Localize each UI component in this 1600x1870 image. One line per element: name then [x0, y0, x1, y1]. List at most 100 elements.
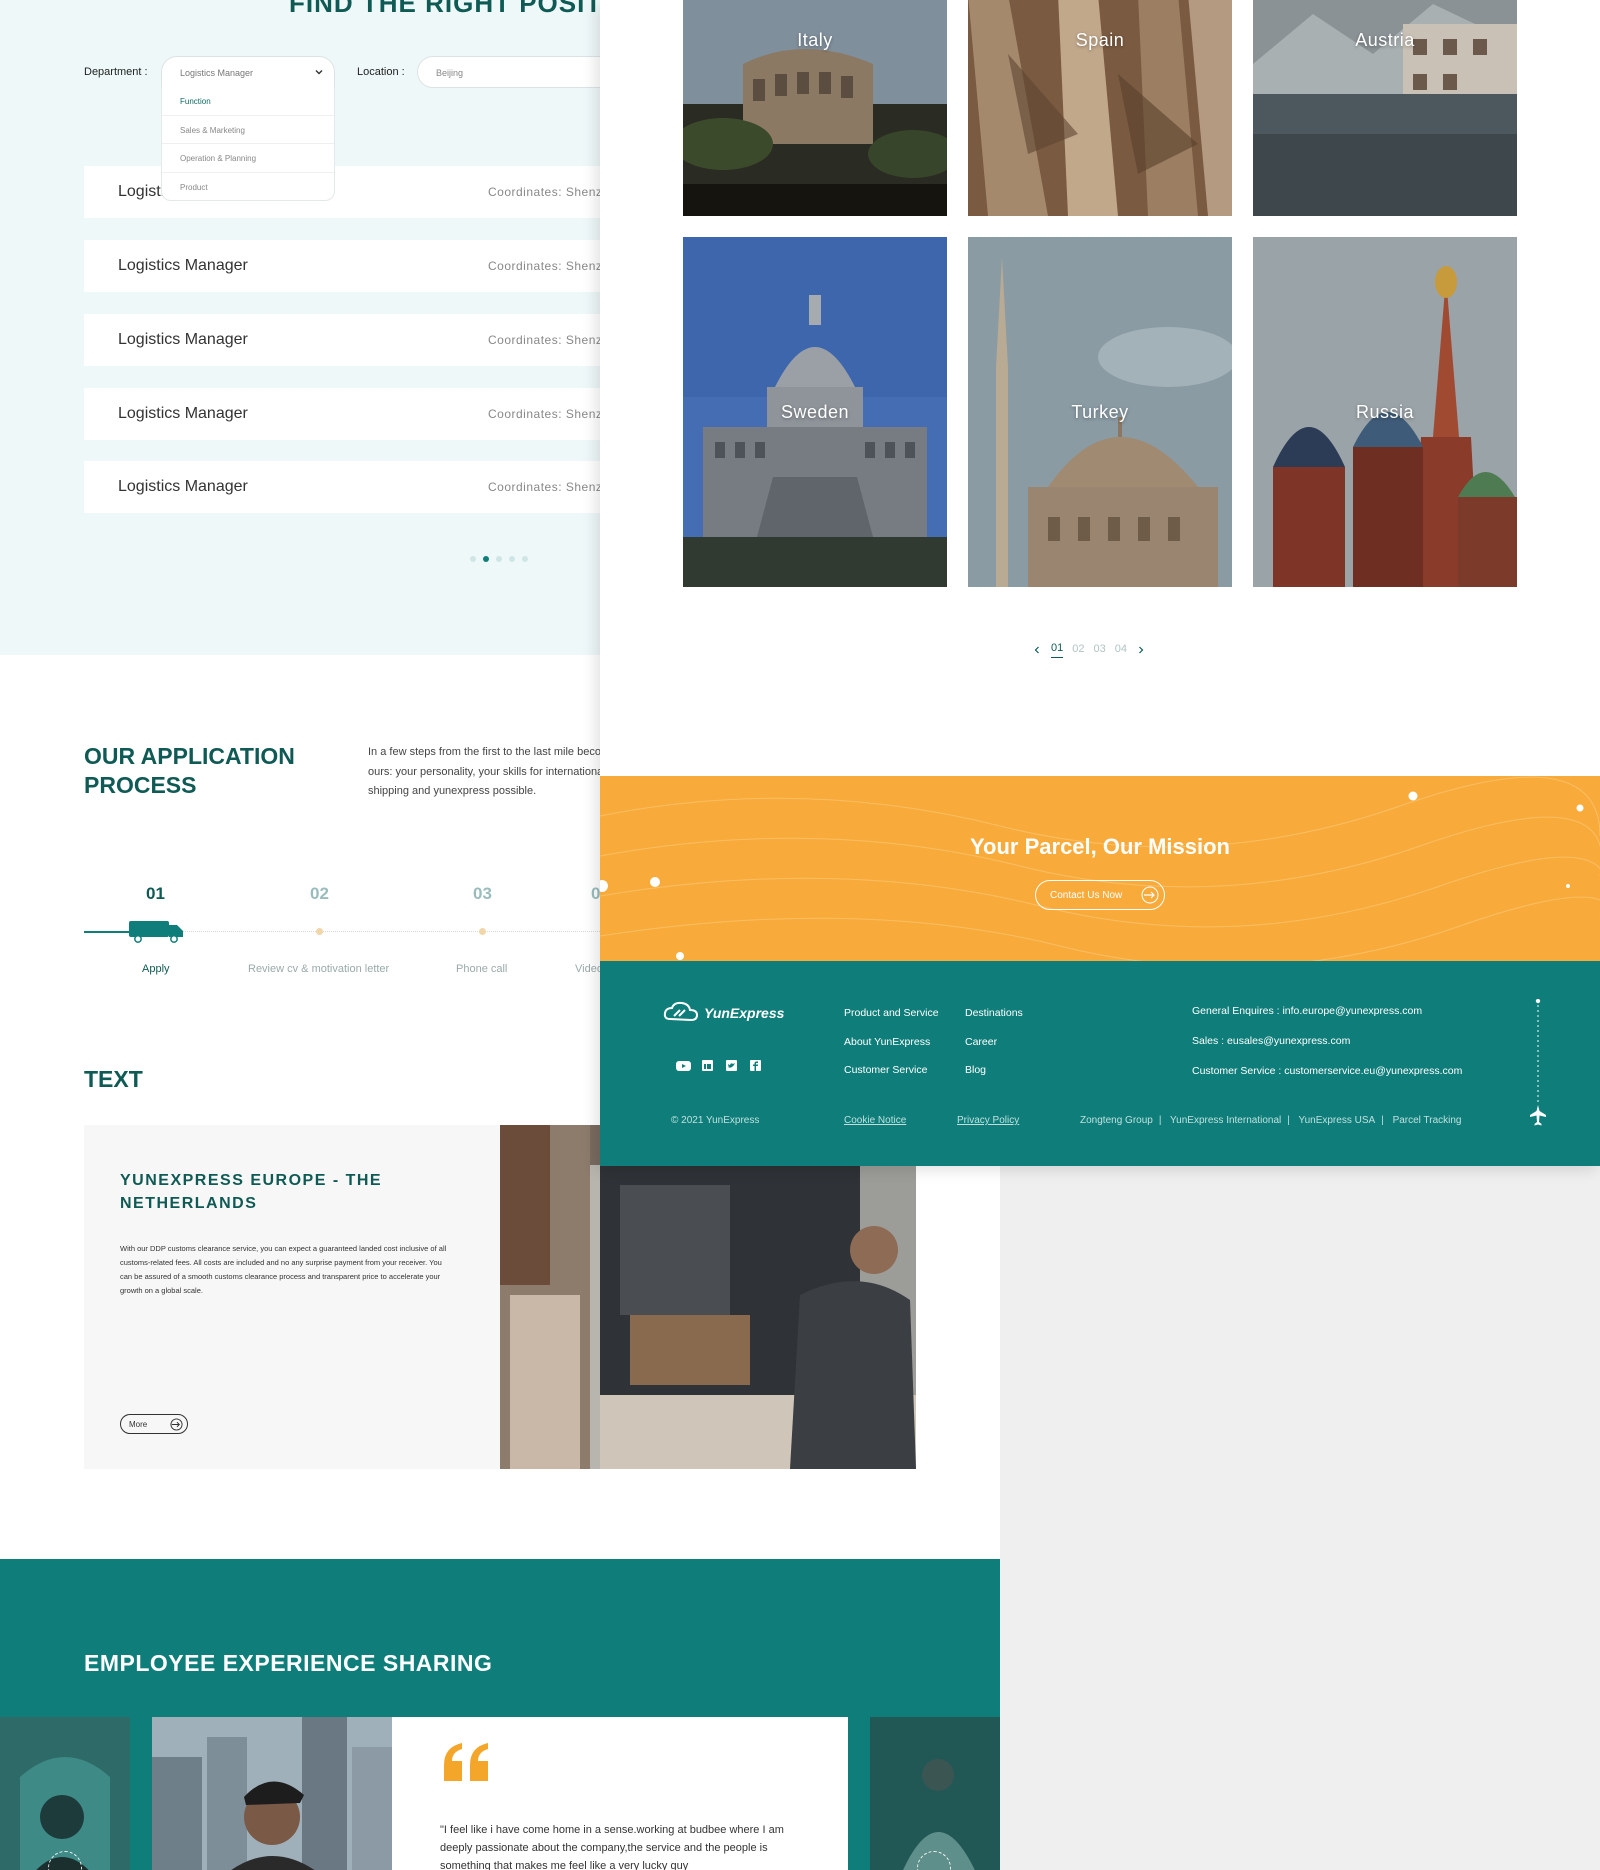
destinations-page: Italy Spain Austria Sweden Turkey Russia… [600, 0, 1600, 1166]
pager-dot[interactable] [522, 556, 528, 562]
dropdown-option-function[interactable]: Function [162, 87, 334, 116]
department-dropdown-menu: Function Sales & Marketing Operation & P… [161, 87, 335, 201]
process-title: OUR APPLICATION PROCESS [84, 742, 295, 800]
employee-photo-next[interactable] [870, 1717, 1000, 1870]
destination-card-russia[interactable]: Russia [1253, 237, 1517, 587]
destination-name: Turkey [1071, 402, 1129, 422]
chevron-down-icon [315, 70, 323, 75]
footer-link-destinations[interactable]: Destinations [965, 1007, 1023, 1019]
pager-dot[interactable] [483, 556, 489, 562]
truck-icon [129, 921, 183, 943]
cta-title: Your Parcel, Our Mission [970, 834, 1230, 859]
page-link[interactable]: 03 [1094, 643, 1106, 658]
destination-name: Austria [1355, 30, 1415, 50]
job-list-pager [470, 556, 528, 562]
office-card: YUNEXPRESS EUROPE - THE NETHERLANDS With… [84, 1125, 916, 1469]
dropdown-option-product[interactable]: Product [162, 173, 334, 202]
process-track-progress [84, 931, 134, 933]
step-number[interactable]: 03 [473, 884, 492, 904]
testimonial-quote: "I feel like i have come home in a sense… [440, 1824, 784, 1870]
copyright: © 2021 YunExpress [671, 1115, 760, 1126]
location-label: Location : [357, 66, 405, 78]
destination-name: Italy [797, 30, 833, 50]
step-label: Video [575, 963, 603, 975]
chevron-left-icon[interactable] [1032, 645, 1042, 655]
facebook-icon[interactable] [748, 1060, 763, 1072]
warehouse-worker-photo [500, 1125, 916, 1469]
arrow-right-icon [1141, 886, 1159, 904]
group-link-usa[interactable]: YunExpress USA [1298, 1115, 1375, 1126]
job-title: Logistics Manager [118, 331, 248, 348]
privacy-policy-link[interactable]: Privacy Policy [957, 1115, 1019, 1126]
contact-us-label: Contact Us Now [1050, 890, 1123, 901]
page-link[interactable]: 04 [1115, 643, 1127, 658]
employee-sharing-section: EMPLOYEE EXPERIENCE SHARING "I feel like… [0, 1559, 1000, 1870]
dropdown-option-operation-planning[interactable]: Operation & Planning [162, 144, 334, 173]
group-link-international[interactable]: YunExpress International [1170, 1115, 1281, 1126]
job-title: Logistics Manager [118, 405, 248, 422]
destination-card-turkey[interactable]: Turkey [968, 237, 1232, 587]
job-title: Logistics Manager [118, 478, 248, 495]
destination-card-austria[interactable]: Austria [1253, 0, 1517, 216]
process-description: In a few steps from the first to the las… [368, 746, 622, 797]
pager-dot[interactable] [470, 556, 476, 562]
chevron-right-icon[interactable] [1136, 645, 1146, 655]
site-footer: YunExpress Product and Service About Yun… [600, 961, 1600, 1166]
page-link[interactable]: 01 [1051, 642, 1064, 658]
group-link-zongteng[interactable]: Zongteng Group [1080, 1115, 1153, 1126]
footer-link-about[interactable]: About YunExpress [844, 1036, 930, 1048]
group-link-parcel-tracking[interactable]: Parcel Tracking [1393, 1115, 1462, 1126]
destination-name: Russia [1355, 402, 1415, 422]
footer-link-customer-service[interactable]: Customer Service [844, 1064, 927, 1076]
twitter-icon[interactable] [724, 1060, 739, 1072]
quote-mark-icon [444, 1743, 488, 1781]
testimonial-card: "I feel like i have come home in a sense… [392, 1717, 848, 1870]
department-select[interactable]: Logistics Manager [161, 56, 335, 88]
destination-card-italy[interactable]: Italy [683, 0, 947, 216]
footer-link-product-service[interactable]: Product and Service [844, 1007, 939, 1019]
footer-link-career[interactable]: Career [965, 1036, 997, 1048]
office-card-title: YUNEXPRESS EUROPE - THE NETHERLANDS [120, 1172, 383, 1212]
more-button-label: More [129, 1420, 148, 1429]
more-button[interactable]: More [120, 1414, 188, 1434]
department-label: Department : [84, 66, 148, 78]
text-section-heading: TEXT [84, 1066, 143, 1092]
contact-general[interactable]: General Enquires : info.europe@yunexpres… [1192, 1005, 1422, 1017]
airplane-icon [1530, 999, 1546, 1126]
job-title: Logistics Manager [118, 257, 248, 274]
destination-name: Spain [1075, 30, 1125, 50]
contact-us-button[interactable]: Contact Us Now [1035, 880, 1165, 910]
arrow-right-icon [170, 1418, 183, 1431]
contact-customer-service[interactable]: Customer Service : customerservice.eu@yu… [1192, 1065, 1462, 1077]
group-links: Zongteng Group | YunExpress International… [1080, 1115, 1462, 1126]
process-title-line2: PROCESS [84, 772, 197, 798]
step-label: Phone call [456, 963, 508, 975]
pager-dot[interactable] [496, 556, 502, 562]
employee-photo-prev[interactable] [0, 1717, 130, 1870]
process-title-line1: OUR APPLICATION [84, 743, 295, 769]
logo-wordmark: YunExpress [704, 1005, 785, 1021]
destination-name: Sweden [780, 402, 850, 422]
sharing-title: EMPLOYEE EXPERIENCE SHARING [84, 1650, 493, 1676]
footer-link-blog[interactable]: Blog [965, 1064, 986, 1076]
find-position-title: FIND THE RIGHT POSITION [289, 0, 652, 18]
cookie-notice-link[interactable]: Cookie Notice [844, 1115, 906, 1126]
employee-photo [152, 1717, 392, 1870]
pager-dot[interactable] [509, 556, 515, 562]
page-link[interactable]: 02 [1072, 643, 1084, 658]
destination-card-spain[interactable]: Spain [968, 0, 1232, 216]
destination-card-sweden[interactable]: Sweden [683, 237, 947, 587]
step-label: Apply [142, 963, 170, 975]
linkedin-icon[interactable] [700, 1060, 715, 1072]
topography-lines-decoration [600, 776, 1600, 961]
department-select-value: Logistics Manager [180, 68, 254, 78]
cta-banner: Your Parcel, Our Mission Contact Us Now [600, 776, 1600, 961]
step-label: Review cv & motivation letter [248, 963, 390, 975]
dropdown-option-sales-marketing[interactable]: Sales & Marketing [162, 116, 334, 144]
youtube-icon[interactable] [676, 1060, 691, 1072]
step-number[interactable]: 01 [146, 884, 165, 904]
contact-sales[interactable]: Sales : eusales@yunexpress.com [1192, 1035, 1350, 1047]
social-links [676, 1060, 763, 1072]
step-number[interactable]: 02 [310, 884, 329, 904]
step-marker [479, 928, 486, 935]
